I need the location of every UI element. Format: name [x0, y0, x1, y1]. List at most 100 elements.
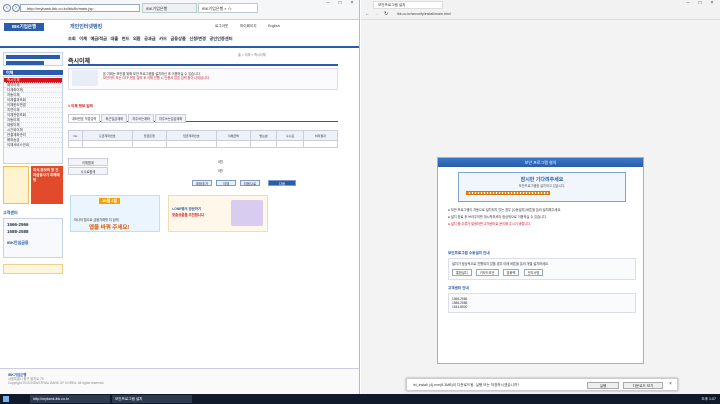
edge-address-bar[interactable]: ibk.co.kr/security/install/main.html: [397, 11, 607, 18]
transfer-table: No 출금계좌번호 입금은행 입금계좌번호 이체금액 받는분 수수료 처리결과: [68, 130, 339, 148]
forward-icon[interactable]: →: [374, 11, 379, 17]
tab-frequent[interactable]: 자주쓰는계좌: [128, 114, 154, 123]
refresh-icon[interactable]: ↻: [384, 11, 388, 17]
progress-bar: [466, 191, 550, 195]
view-downloads-button[interactable]: 다운로드 보기: [623, 382, 663, 389]
manual-install-button[interactable]: 방화벽: [502, 269, 520, 277]
customer-center-title: 고객센터: [3, 210, 18, 215]
download-message: ini_install (4).exe(8.3MB)이 다운로드됨. 실행 또는…: [413, 383, 520, 387]
menu-item[interactable]: 금융상품: [170, 36, 185, 41]
column-header: 입금계좌번호: [165, 130, 217, 141]
manual-install-button[interactable]: 전자서명: [523, 269, 544, 277]
dialog-title: 보안 프로그램 설치: [438, 158, 643, 167]
quicklink-logout[interactable]: 로그아웃: [215, 24, 228, 29]
promo-line: i-ONE뱅크 방문하기: [172, 207, 202, 211]
promo-right-banner[interactable]: i-ONE뱅크 방문하기 맞춤상품을 추천합니다: [168, 195, 268, 232]
menu-item[interactable]: 대출: [111, 36, 119, 41]
transfer-button[interactable]: 이체: [216, 180, 236, 186]
promo-date: 10월 2일: [99, 198, 121, 204]
bullet-item: ● 설치 완료 후 브라우저를 재시작하셔야 정상적으로 이용하실 수 있습니다…: [448, 215, 547, 220]
menu-item[interactable]: 신청/변경: [189, 36, 206, 41]
column-header: 수수료: [276, 130, 304, 141]
run-button[interactable]: 실행: [587, 382, 619, 389]
minimize-icon[interactable]: –: [682, 0, 694, 7]
notice-image: [72, 70, 98, 86]
promo-illustration: [231, 200, 263, 226]
add-account-button[interactable]: 계좌추가: [192, 180, 212, 186]
close-icon[interactable]: ×: [346, 0, 358, 7]
notice-line: 보안카드 또는 OTP 번호 입력 후 이체 진행 시 인증서 암호 입력 창이…: [103, 76, 210, 81]
edge-tab[interactable]: 보안프로그램 설치: [373, 1, 443, 9]
ibk-badge[interactable]: IBK안심금융: [7, 240, 59, 246]
menu-item[interactable]: 펀드: [122, 36, 130, 41]
address-bar[interactable]: http://mybank.ibk.co.kr/ibk/ib/main.jsp: [20, 4, 140, 12]
fraud-banner[interactable]: 지식,정보의 창 전자금융사기 피해예방: [31, 166, 63, 204]
manual-install-box: 설치가 정상적으로 진행되지 않을 경우 아래 버튼을 눌러 개별 설치하세요.…: [448, 258, 636, 280]
ie-toolbar: ‹ › http://mybank.ibk.co.kr/ibk/ib/main.…: [0, 0, 359, 20]
gnb-menu: 조회 이체 예금/적금 대출 펀드 외환 공과금 카드 금융상품 신청/변경 공…: [68, 34, 358, 44]
close-icon[interactable]: ×: [706, 0, 718, 7]
bullet-item: ● 보안 프로그램이 자동으로 설치되지 않는 경우 [수동설치] 버튼을 눌러…: [448, 208, 562, 212]
tab-recent[interactable]: 최근입금계좌: [101, 114, 128, 123]
promo-line: 맞춤상품을 추천합니다: [172, 213, 205, 217]
sidebar-menu: 즉시이체 예약이체 다계좌이체 자동이체 이체결과조회 이체한도변경 지연이체 …: [3, 76, 63, 164]
input-tabs: 계좌번호 직접입력 최근입금계좌 자주쓰는계좌 자주쓰는입금계좌: [68, 114, 338, 123]
menu-item[interactable]: 예금/적금: [90, 36, 107, 41]
tab-frequent-deposit[interactable]: 자주쓰는입금계좌: [154, 114, 187, 123]
menu-item[interactable]: 공인인증센터: [209, 36, 232, 41]
forward-button[interactable]: ›: [12, 4, 20, 12]
ie-window: ‹ › http://mybank.ibk.co.kr/ibk/ib/main.…: [0, 0, 360, 394]
column-header: 받는분: [249, 130, 278, 141]
taskbar: http://mybank.ibk.co.kr 보안프로그램 설치 오후 1:0…: [0, 394, 720, 404]
promo-mini-banner[interactable]: [3, 264, 63, 274]
tab-2[interactable]: IBK기업은행 × ☆: [198, 3, 258, 13]
manual-install-text: 설치가 정상적으로 진행되지 않을 경우 아래 버튼을 눌러 개별 설치하세요.: [452, 262, 549, 266]
progress-heading: 잠시만 기다려주세요: [520, 177, 564, 183]
next-button[interactable]: 다음: [268, 180, 296, 186]
menu-item[interactable]: 이체: [79, 36, 87, 41]
minimize-icon[interactable]: –: [322, 0, 334, 7]
section-manual-title: 보안프로그램 수동설치 안내: [448, 251, 490, 255]
close-download-icon[interactable]: ×: [669, 381, 672, 387]
clock: 오후 1:07: [701, 397, 716, 401]
manual-install-button[interactable]: 통합설치: [452, 269, 472, 277]
sidebar-item[interactable]: 이체서비스안내: [4, 143, 62, 148]
fraud-banner-image: [3, 166, 29, 204]
ibk-logo[interactable]: IBK기업은행: [4, 23, 44, 31]
phone-number: 1566-2566: [7, 222, 29, 227]
tab-1[interactable]: IBK기업은행: [142, 3, 197, 13]
bullet-list: ● 보안 프로그램이 자동으로 설치되지 않는 경우 [수동설치] 버튼을 눌러…: [448, 208, 636, 230]
progress-subheading: 보안프로그램을 설치하고 있습니다.: [518, 184, 566, 188]
promo-headline: 앱을 바꿔 주세요!: [89, 225, 130, 231]
maximize-icon[interactable]: □: [694, 0, 706, 7]
tab-direct[interactable]: 계좌번호 직접입력: [68, 114, 101, 123]
column-header: 처리결과: [302, 130, 339, 141]
reset-button[interactable]: 처음으로: [240, 180, 260, 186]
maximize-icon[interactable]: □: [334, 0, 346, 7]
promo-app-banner[interactable]: 10월 2일 하나의 앱으로 금융거래를 더 쉽게 앱을 바꿔 주세요!: [70, 195, 160, 232]
manual-install-button[interactable]: 키보드보안: [475, 269, 499, 277]
phone-number: 1588-2588: [7, 229, 29, 234]
column-header: 이체금액: [215, 130, 251, 141]
menu-item[interactable]: 공과금: [144, 36, 156, 41]
quicklink-mypage[interactable]: 마이페이지: [240, 24, 257, 29]
customer-center-box: 1566-2566 1588-2588 IBK안심금융: [3, 218, 63, 258]
table-row: [68, 140, 339, 148]
quicklink-english[interactable]: English: [268, 24, 280, 28]
sidebar-login-box: [3, 52, 63, 66]
contact-number: 1544-8500: [452, 305, 468, 310]
taskbar-item[interactable]: 보안프로그램 설치: [112, 395, 192, 403]
start-icon[interactable]: [3, 396, 9, 402]
fee-value: 0원: [218, 169, 223, 173]
menu-item[interactable]: 카드: [159, 36, 167, 41]
edge-toolbar: 보안프로그램 설치 ← → ↻ ibk.co.kr/security/insta…: [361, 0, 720, 20]
menu-item[interactable]: 외환: [133, 36, 141, 41]
menu-item[interactable]: 조회: [68, 36, 76, 41]
progress-box: 잠시만 기다려주세요 보안프로그램을 설치하고 있습니다.: [458, 172, 626, 202]
download-bar: ini_install (4).exe(8.3MB)이 다운로드됨. 실행 또는…: [406, 378, 678, 391]
taskbar-item[interactable]: http://mybank.ibk.co.kr: [30, 395, 110, 403]
back-button[interactable]: ‹: [3, 4, 11, 12]
back-icon[interactable]: ←: [365, 11, 370, 17]
install-dialog: 보안 프로그램 설치 잠시만 기다려주세요 보안프로그램을 설치하고 있습니다.…: [437, 157, 644, 364]
section-contact-title: 고객센터 안내: [448, 286, 469, 290]
